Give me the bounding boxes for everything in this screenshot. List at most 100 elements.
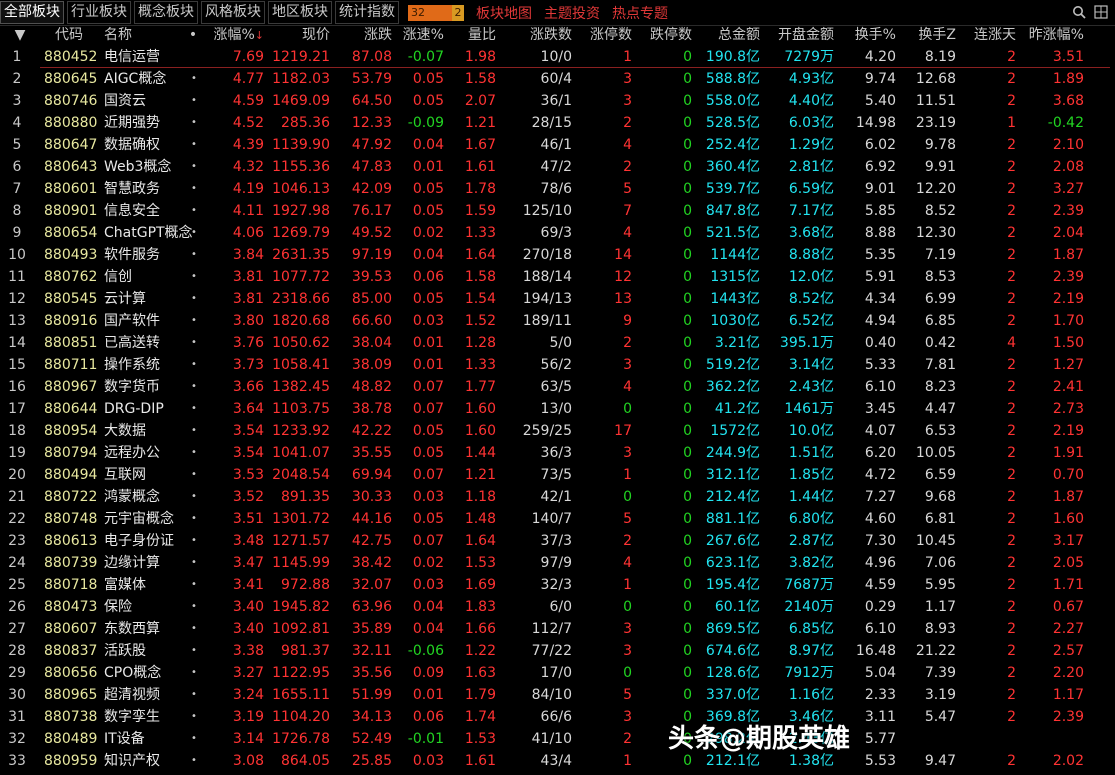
table-row[interactable]: 30 880965 超清视频 • 3.24 1655.11 51.99 0.01 1.79 84/…	[0, 684, 1115, 706]
row-volume-ratio: 1.58	[464, 71, 496, 87]
row-amount: 252.4亿	[705, 137, 760, 153]
col-limit-down[interactable]: 跌停数	[636, 25, 692, 45]
table-row[interactable]: 11 880762 信创 • 3.81 1077.72 39.53 0.06 1.58 188/1…	[0, 266, 1115, 288]
row-limit-down: 0	[683, 467, 692, 483]
tab-3[interactable]: 风格板块	[201, 1, 265, 24]
table-row[interactable]: 14 880851 已高送转 • 3.76 1050.62 38.04 0.01 1.28 5/0…	[0, 332, 1115, 354]
row-change: 44.16	[351, 511, 392, 527]
table-row[interactable]: 4 880880 近期强势 • 4.52 285.36 12.33 -0.09 1.21 28/1…	[0, 112, 1115, 134]
row-name: 鸿蒙概念	[104, 489, 160, 505]
row-up-down: 37/3	[540, 533, 572, 549]
tab-0[interactable]: 全部板块	[0, 1, 64, 24]
row-amount: 869.5亿	[705, 621, 760, 637]
col-turnover[interactable]: 换手%	[840, 25, 896, 45]
table-row[interactable]: 6 880643 Web3概念 • 4.32 1155.36 47.83 0.01 1.61 47…	[0, 156, 1115, 178]
grid-icon[interactable]	[1093, 4, 1109, 20]
row-turnover: 7.27	[864, 489, 896, 505]
col-limit-up[interactable]: 涨停数	[578, 25, 632, 45]
col-price[interactable]: 现价	[266, 25, 330, 45]
col-turnover-z[interactable]: 换手Z	[900, 25, 956, 45]
col-open-amount[interactable]: 开盘金额	[762, 25, 834, 45]
link-hot-topics[interactable]: 热点专题	[612, 3, 668, 23]
table-row[interactable]: 9 880654 ChatGPT概念 • 4.06 1269.79 49.52 0.02 1.3…	[0, 222, 1115, 244]
row-volume-ratio: 2.07	[464, 93, 496, 109]
row-volume-ratio: 1.63	[464, 665, 496, 681]
table-row[interactable]: 5 880647 数据确权 • 4.39 1139.90 47.92 0.04 1.67 46/1…	[0, 134, 1115, 156]
table-row[interactable]: 33 880959 知识产权 • 3.08 864.05 25.85 0.03 1.61 43/4…	[0, 750, 1115, 772]
row-prev-change: 2.05	[1052, 555, 1084, 571]
row-up-down: 78/6	[540, 181, 572, 197]
table-row[interactable]: 1 880452 电信运营 7.69 1219.21 87.08 -0.07 1.98 10/0…	[0, 46, 1115, 68]
row-prev-change: 1.87	[1052, 489, 1084, 505]
row-volume-ratio: 1.74	[464, 709, 496, 725]
row-speed: 0.06	[412, 709, 444, 725]
row-amount: 674.6亿	[705, 643, 760, 659]
tab-5[interactable]: 统计指数	[335, 1, 399, 24]
col-volume-ratio[interactable]: 量比	[446, 25, 496, 45]
row-code: 880647	[44, 137, 98, 153]
search-icon[interactable]	[1071, 4, 1087, 20]
row-dot: •	[191, 469, 197, 480]
row-consecutive: 2	[1007, 665, 1016, 681]
table-row[interactable]: 13 880916 国产软件 • 3.80 1820.68 66.60 0.03 1.52 189…	[0, 310, 1115, 332]
row-amount: 539.7亿	[705, 181, 760, 197]
col-name[interactable]: 名称	[104, 25, 164, 45]
table-row[interactable]: 8 880901 信息安全 • 4.11 1927.98 76.17 0.05 1.59 125/…	[0, 200, 1115, 222]
link-sector-map[interactable]: 板块地图	[476, 3, 532, 23]
table-row[interactable]: 23 880613 电子身份证 • 3.48 1271.57 42.75 0.07 1.64 37…	[0, 530, 1115, 552]
col-up-down[interactable]: 涨跌数	[506, 25, 572, 45]
table-row[interactable]: 28 880837 活跃股 • 3.38 981.37 32.11 -0.06 1.22 77/2…	[0, 640, 1115, 662]
col-speed[interactable]: 涨速%	[396, 25, 444, 45]
row-price: 1726.78	[272, 731, 330, 747]
row-index: 18	[8, 423, 26, 439]
table-row[interactable]: 7 880601 智慧政务 • 4.19 1046.13 42.09 0.05 1.78 78/6…	[0, 178, 1115, 200]
col-consecutive[interactable]: 连涨天	[962, 25, 1016, 45]
table-row[interactable]: 10 880493 软件服务 • 3.84 2631.35 97.19 0.04 1.64 270…	[0, 244, 1115, 266]
row-up-down: 69/3	[540, 225, 572, 241]
row-speed: 0.02	[412, 555, 444, 571]
row-turnover-z: 1.17	[924, 599, 956, 615]
row-index: 33	[8, 753, 26, 769]
row-price: 1271.57	[272, 533, 330, 549]
table-row[interactable]: 24 880739 边缘计算 • 3.47 1145.99 38.42 0.02 1.53 97/…	[0, 552, 1115, 574]
row-prev-change: 2.19	[1052, 423, 1084, 439]
table-row[interactable]: 29 880656 CPO概念 • 3.27 1122.95 35.56 0.09 1.63 17…	[0, 662, 1115, 684]
row-dot: •	[191, 293, 197, 304]
col-code[interactable]: 代码	[44, 25, 94, 45]
table-row[interactable]: 22 880748 元宇宙概念 • 3.51 1301.72 44.16 0.05 1.48 14…	[0, 508, 1115, 530]
row-up-down: 77/22	[531, 643, 572, 659]
table-row[interactable]: 27 880607 东数西算 • 3.40 1092.81 35.89 0.04 1.66 112…	[0, 618, 1115, 640]
table-row[interactable]: 20 880494 互联网 • 3.53 2048.54 69.94 0.07 1.21 73/5…	[0, 464, 1115, 486]
col-change-pct[interactable]: 涨幅%↓	[206, 25, 264, 45]
row-consecutive: 2	[1007, 533, 1016, 549]
link-theme-invest[interactable]: 主题投资	[544, 3, 600, 23]
table-row[interactable]: 31 880738 数字孪生 • 3.19 1104.20 34.13 0.06 1.74 66/…	[0, 706, 1115, 728]
row-up-down: 32/3	[540, 577, 572, 593]
table-row[interactable]: 2 880645 AIGC概念 • 4.77 1182.03 53.79 0.05 1.58 60…	[0, 68, 1115, 90]
col-prev-change[interactable]: 昨涨幅%	[1020, 25, 1084, 45]
row-volume-ratio: 1.67	[464, 137, 496, 153]
table-row[interactable]: 21 880722 鸿蒙概念 • 3.52 891.35 30.33 0.03 1.18 42/1…	[0, 486, 1115, 508]
table-row[interactable]: 16 880967 数字货币 • 3.66 1382.45 48.82 0.07 1.77 63/…	[0, 376, 1115, 398]
col-amount[interactable]: 总金额	[696, 25, 760, 45]
row-prev-change: 2.57	[1052, 643, 1084, 659]
table-row[interactable]: 26 880473 保险 • 3.40 1945.82 63.96 0.04 1.83 6/0 0 0…	[0, 596, 1115, 618]
sort-toggle[interactable]: ▼	[10, 25, 30, 45]
table-row[interactable]: 25 880718 富媒体 • 3.41 972.88 32.07 0.03 1.69 32/3 1…	[0, 574, 1115, 596]
row-limit-up: 4	[623, 225, 632, 241]
table-row[interactable]: 19 880794 远程办公 • 3.54 1041.07 35.55 0.05 1.44 36/…	[0, 442, 1115, 464]
tab-2[interactable]: 概念板块	[134, 1, 198, 24]
table-row[interactable]: 15 880711 操作系统 • 3.73 1058.41 38.09 0.01 1.33 56/…	[0, 354, 1115, 376]
table-row[interactable]: 3 880746 国资云 • 4.59 1469.09 64.50 0.05 2.07 36/1 3…	[0, 90, 1115, 112]
tab-4[interactable]: 地区板块	[268, 1, 332, 24]
tab-1[interactable]: 行业板块	[67, 1, 131, 24]
table-row[interactable]: 18 880954 大数据 • 3.54 1233.92 42.22 0.05 1.60 259/…	[0, 420, 1115, 442]
counter-box[interactable]: 32 2	[408, 4, 464, 21]
row-price: 1927.98	[272, 203, 330, 219]
table-row[interactable]: 17 880644 DRG-DIP • 3.64 1103.75 38.78 0.07 1.60…	[0, 398, 1115, 420]
col-change[interactable]: 涨跌	[336, 25, 392, 45]
table-row[interactable]: 32 880489 IT设备 • 3.14 1726.78 52.49 -0.01 1.53 41…	[0, 728, 1115, 750]
row-change-pct: 3.66	[232, 379, 264, 395]
table-row[interactable]: 12 880545 云计算 • 3.81 2318.66 85.00 0.05 1.54 194/…	[0, 288, 1115, 310]
row-limit-down: 0	[683, 577, 692, 593]
